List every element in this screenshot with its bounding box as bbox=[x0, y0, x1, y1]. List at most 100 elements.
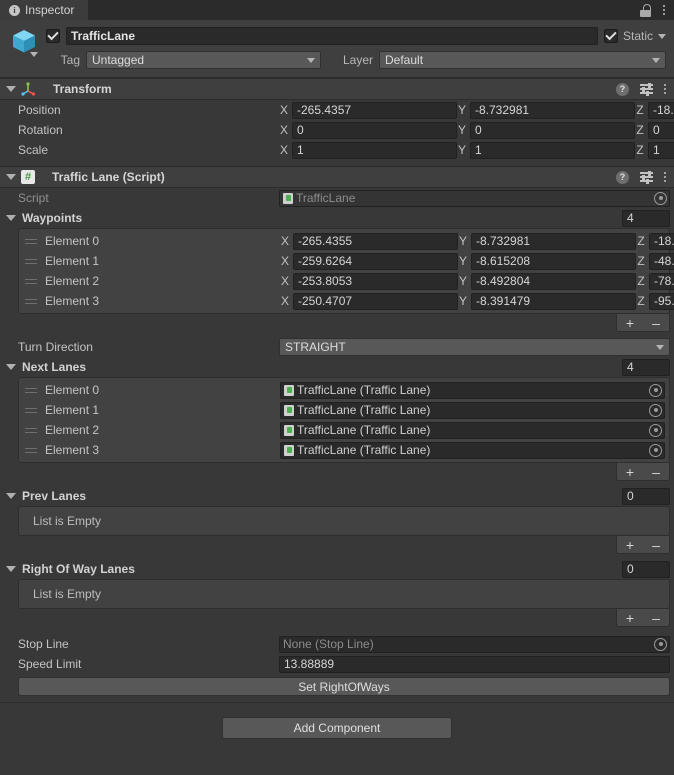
next-lane-object-field[interactable]: TrafficLane (Traffic Lane) bbox=[280, 442, 665, 459]
drag-handle-icon[interactable] bbox=[25, 446, 37, 455]
chevron-down-icon bbox=[307, 58, 315, 63]
next-lanes-add-button[interactable]: + bbox=[617, 463, 643, 480]
cube-icon[interactable] bbox=[11, 28, 37, 54]
rightofway-lanes-add-button[interactable]: + bbox=[617, 609, 643, 626]
drag-handle-icon[interactable] bbox=[25, 386, 37, 395]
axis-x-label: X bbox=[280, 294, 290, 308]
rightofway-lanes-array-header: Right Of Way Lanes bbox=[0, 559, 674, 579]
waypoint-x-input[interactable] bbox=[293, 233, 458, 250]
rightofway-lanes-size-input[interactable] bbox=[622, 561, 670, 578]
axis-z-label: Z bbox=[635, 103, 645, 117]
inspector-tabbar: i Inspector bbox=[0, 0, 674, 20]
kebab-menu-icon[interactable] bbox=[663, 5, 665, 15]
trafficlane-component-header[interactable]: # Traffic Lane (Script) ? bbox=[0, 166, 674, 188]
trafficlane-foldout-icon[interactable] bbox=[6, 174, 16, 180]
waypoint-z-input[interactable] bbox=[649, 253, 674, 270]
next-lane-object-field[interactable]: TrafficLane (Traffic Lane) bbox=[280, 382, 665, 399]
drag-handle-icon[interactable] bbox=[25, 237, 37, 246]
waypoints-remove-button[interactable]: – bbox=[643, 314, 669, 331]
rotation-y-input[interactable] bbox=[470, 122, 635, 139]
transform-foldout-icon[interactable] bbox=[6, 86, 16, 92]
stop-line-object-field[interactable]: None (Stop Line) bbox=[279, 636, 670, 653]
list-item[interactable]: Element 2 X Y Z bbox=[19, 271, 669, 291]
help-icon[interactable]: ? bbox=[616, 171, 629, 184]
next-lane-object-field[interactable]: TrafficLane (Traffic Lane) bbox=[280, 402, 665, 419]
tab-inspector[interactable]: i Inspector bbox=[0, 0, 88, 20]
help-icon[interactable]: ? bbox=[616, 83, 629, 96]
scale-x-input[interactable] bbox=[292, 142, 457, 159]
waypoint-z-input[interactable] bbox=[649, 293, 674, 310]
prev-lanes-foldout-icon[interactable] bbox=[6, 493, 16, 499]
gameobject-name-input[interactable] bbox=[66, 27, 598, 45]
kebab-menu-icon[interactable] bbox=[664, 172, 666, 182]
rightofway-lanes-foldout-icon[interactable] bbox=[6, 566, 16, 572]
turn-direction-dropdown[interactable]: STRAIGHT bbox=[279, 338, 670, 356]
chevron-down-icon[interactable] bbox=[30, 52, 38, 57]
list-item[interactable]: Element 1 X Y Z bbox=[19, 251, 669, 271]
lock-icon[interactable] bbox=[640, 4, 651, 17]
waypoint-z-input[interactable] bbox=[649, 273, 674, 290]
waypoint-x-input[interactable] bbox=[293, 293, 458, 310]
waypoint-x-input[interactable] bbox=[293, 273, 458, 290]
static-dropdown-icon[interactable] bbox=[658, 34, 666, 39]
waypoint-y-field: Y bbox=[458, 293, 636, 310]
scale-z-input[interactable] bbox=[648, 142, 674, 159]
preset-icon[interactable] bbox=[640, 171, 653, 183]
waypoints-foldout-icon[interactable] bbox=[6, 215, 16, 221]
next-lanes-foldout-icon[interactable] bbox=[6, 364, 16, 370]
transform-component-header[interactable]: Transform ? bbox=[0, 78, 674, 100]
drag-handle-icon[interactable] bbox=[25, 426, 37, 435]
gameobject-enabled-checkbox[interactable] bbox=[46, 29, 60, 43]
object-picker-icon[interactable] bbox=[649, 384, 662, 397]
next-lanes-remove-button[interactable]: – bbox=[643, 463, 669, 480]
prev-lanes-add-button[interactable]: + bbox=[617, 536, 643, 553]
static-checkbox[interactable] bbox=[604, 29, 618, 43]
waypoint-z-input[interactable] bbox=[649, 233, 674, 250]
axis-z-label: Z bbox=[636, 254, 646, 268]
rotation-z-input[interactable] bbox=[648, 122, 674, 139]
position-y-input[interactable] bbox=[470, 102, 635, 119]
list-item[interactable]: Element 2 TrafficLane (Traffic Lane) bbox=[19, 420, 669, 440]
waypoints-add-button[interactable]: + bbox=[617, 314, 643, 331]
list-item[interactable]: Element 3 TrafficLane (Traffic Lane) bbox=[19, 440, 669, 460]
speed-limit-input[interactable] bbox=[279, 656, 670, 673]
waypoint-x-input[interactable] bbox=[293, 253, 458, 270]
prev-lanes-size-input[interactable] bbox=[622, 488, 670, 505]
object-picker-icon[interactable] bbox=[649, 404, 662, 417]
waypoint-y-input[interactable] bbox=[471, 233, 636, 250]
object-picker-icon[interactable] bbox=[654, 638, 667, 651]
position-z-input[interactable] bbox=[648, 102, 674, 119]
next-lanes-size-input[interactable] bbox=[622, 359, 670, 376]
list-item[interactable]: Element 0 X Y Z bbox=[19, 231, 669, 251]
kebab-menu-icon[interactable] bbox=[664, 84, 666, 94]
layer-dropdown[interactable]: Default bbox=[379, 51, 666, 69]
waypoint-y-input[interactable] bbox=[471, 253, 636, 270]
waypoints-size-input[interactable] bbox=[622, 210, 670, 227]
set-rightofways-button[interactable]: Set RightOfWays bbox=[18, 677, 670, 696]
next-lane-object-field[interactable]: TrafficLane (Traffic Lane) bbox=[280, 422, 665, 439]
drag-handle-icon[interactable] bbox=[25, 277, 37, 286]
prev-lanes-remove-button[interactable]: – bbox=[643, 536, 669, 553]
rotation-z-field: Z bbox=[635, 122, 674, 139]
object-picker-icon[interactable] bbox=[649, 424, 662, 437]
position-x-input[interactable] bbox=[292, 102, 457, 119]
static-toggle-group: Static bbox=[604, 29, 666, 43]
rightofway-lanes-remove-button[interactable]: – bbox=[643, 609, 669, 626]
add-component-button[interactable]: Add Component bbox=[222, 717, 452, 739]
drag-handle-icon[interactable] bbox=[25, 406, 37, 415]
scale-y-input[interactable] bbox=[470, 142, 635, 159]
list-item[interactable]: Element 1 TrafficLane (Traffic Lane) bbox=[19, 400, 669, 420]
preset-icon[interactable] bbox=[640, 83, 653, 95]
add-component-wrap: Add Component bbox=[0, 703, 674, 739]
object-picker-icon[interactable] bbox=[654, 192, 667, 205]
drag-handle-icon[interactable] bbox=[25, 297, 37, 306]
object-picker-icon[interactable] bbox=[649, 444, 662, 457]
list-item[interactable]: Element 3 X Y Z bbox=[19, 291, 669, 311]
tag-dropdown[interactable]: Untagged bbox=[86, 51, 321, 69]
waypoint-y-input[interactable] bbox=[471, 273, 636, 290]
drag-handle-icon[interactable] bbox=[25, 257, 37, 266]
script-value: TrafficLane bbox=[296, 191, 355, 205]
rotation-x-input[interactable] bbox=[292, 122, 457, 139]
list-item[interactable]: Element 0 TrafficLane (Traffic Lane) bbox=[19, 380, 669, 400]
waypoint-y-input[interactable] bbox=[471, 293, 636, 310]
